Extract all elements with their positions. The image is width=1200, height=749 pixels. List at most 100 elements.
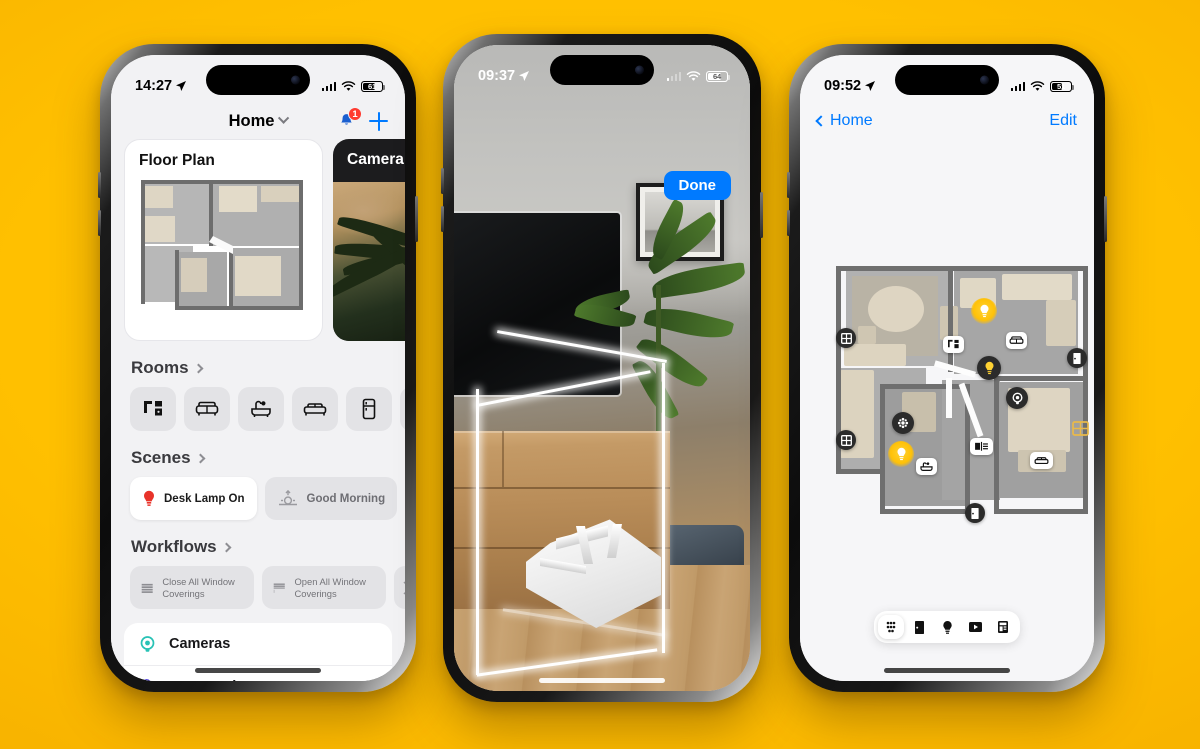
battery-indicator: 51: [1050, 80, 1074, 92]
room-tile-bedroom[interactable]: [292, 387, 338, 431]
workflow-label: Close All Window Coverings: [162, 575, 235, 599]
lightbulb-icon: [942, 620, 952, 634]
add-button[interactable]: [369, 111, 388, 131]
scene-chip-good-morning[interactable]: Good Morning: [264, 477, 398, 520]
window-grid-icon: [840, 332, 852, 344]
lightbulb-icon: [897, 447, 905, 461]
scene-label: Good Morning: [306, 492, 386, 505]
marker-window-sensor-left-top[interactable]: [836, 328, 856, 348]
bed-icon: [303, 403, 327, 416]
workflow-chip-close-all-window-coverings[interactable]: Close All Window Coverings: [130, 566, 254, 609]
edit-button[interactable]: Edit: [1049, 112, 1077, 130]
marker-room-living[interactable]: [1006, 332, 1027, 349]
volume-down-button[interactable]: [98, 210, 101, 236]
workflows-row[interactable]: Close All Window Coverings Open All Wind…: [111, 566, 405, 609]
kitchen-counter-icon: [948, 339, 959, 349]
workflow-chip-open-all-window-coverings[interactable]: Open All Window Coverings: [262, 566, 386, 609]
marker-door-bottom[interactable]: [965, 503, 985, 523]
section-header-rooms[interactable]: Rooms: [111, 341, 405, 387]
marker-room-kitchen[interactable]: [943, 336, 964, 353]
volume-up-button[interactable]: [787, 172, 790, 198]
marker-room-office[interactable]: [970, 438, 993, 455]
power-button[interactable]: [1104, 196, 1107, 242]
scene-chip-desk-lamp-on[interactable]: Desk Lamp On: [130, 477, 257, 520]
floor-plan-card-title: Floor Plan: [139, 152, 215, 169]
blinds-closed-icon: [141, 583, 153, 593]
fan-icon: [897, 417, 909, 429]
phone-home-app: 14:27 61 Home 1 Floor Plan Camera Rooms …: [98, 44, 418, 692]
status-indicators: 64: [666, 70, 730, 82]
marker-window-sensor-left-bottom[interactable]: [836, 430, 856, 450]
toolbar-media[interactable]: [962, 615, 988, 639]
section-title-scenes: Scenes: [131, 448, 191, 467]
home-nav-bar: Home 1: [111, 103, 405, 139]
marker-room-bedroom[interactable]: [1030, 452, 1053, 469]
scenes-row[interactable]: Desk Lamp On Good Morning: [111, 477, 405, 520]
marker-door-right[interactable]: [1067, 348, 1087, 368]
room-tile-bathroom[interactable]: [238, 387, 284, 431]
marker-light-off-hallway[interactable]: [977, 356, 1001, 380]
toolbar-doors[interactable]: [906, 615, 932, 639]
section-title-rooms: Rooms: [131, 358, 189, 377]
room-tile-entry[interactable]: [400, 387, 405, 431]
volume-up-button[interactable]: [441, 168, 444, 194]
notifications-button[interactable]: 1: [338, 107, 362, 131]
status-time: 14:27: [135, 78, 173, 94]
marker-fan-bathroom[interactable]: [892, 412, 914, 434]
toolbar-lights[interactable]: [934, 615, 960, 639]
section-header-workflows[interactable]: Workflows: [111, 520, 405, 566]
volume-down-button[interactable]: [787, 210, 790, 236]
kitchen-counter-icon: [144, 401, 162, 416]
video-icon: [968, 622, 982, 632]
floor-plan-card[interactable]: Floor Plan: [124, 139, 323, 341]
window-grid-icon: [840, 434, 852, 446]
toolbar-all-accessories[interactable]: [878, 615, 904, 639]
page-title: Home: [228, 111, 275, 130]
phone3-screen: 09:52 51 Home Edit: [800, 55, 1094, 681]
home-indicator[interactable]: [884, 668, 1010, 673]
dynamic-island: [550, 55, 654, 85]
volume-up-button[interactable]: [98, 172, 101, 198]
ar-floorplan-model[interactable]: [526, 510, 661, 628]
done-button[interactable]: Done: [663, 171, 731, 200]
home-title-button[interactable]: Home: [228, 111, 290, 131]
list-item-label: Cameras: [169, 636, 231, 652]
sofa-icon: [195, 401, 219, 416]
room-tile-living[interactable]: [184, 387, 230, 431]
lightbulb-icon: [985, 361, 993, 375]
status-time-group: 09:37: [478, 68, 530, 84]
section-header-scenes[interactable]: Scenes: [111, 431, 405, 477]
chevron-right-icon: [195, 453, 205, 463]
home-indicator[interactable]: [539, 678, 665, 683]
dots-grid-icon: [886, 621, 896, 633]
home-scroll-area[interactable]: Floor Plan Camera Rooms Scenes Desk Lamp…: [111, 139, 405, 681]
phone-floorplan-view: 09:52 51 Home Edit: [787, 44, 1107, 692]
status-time: 09:52: [824, 78, 862, 94]
rooms-row[interactable]: [111, 387, 405, 431]
room-tile-kitchen[interactable]: [130, 387, 176, 431]
marker-window-yellow-right[interactable]: [1072, 421, 1089, 436]
marker-light-on-hallway[interactable]: [971, 298, 997, 324]
toolbar-panels[interactable]: [990, 615, 1016, 639]
volume-down-button[interactable]: [441, 206, 444, 232]
marker-light-on-bathroom[interactable]: [888, 441, 914, 467]
battery-indicator: 61: [361, 80, 385, 92]
workflow-chip-next[interactable]: [394, 566, 405, 609]
cellular-bars-icon: [666, 71, 681, 81]
back-button[interactable]: Home: [815, 112, 873, 130]
power-button[interactable]: [760, 192, 763, 238]
back-label: Home: [830, 112, 873, 129]
marker-camera-hall[interactable]: [1006, 387, 1028, 409]
window-yellow-icon: [1072, 421, 1089, 436]
floorplan-canvas[interactable]: [822, 260, 1094, 523]
room-tile-kitchen-fridge[interactable]: [346, 387, 392, 431]
marker-room-bathroom[interactable]: [916, 458, 937, 475]
status-time: 09:37: [478, 68, 516, 84]
floorplan-filter-toolbar[interactable]: [874, 611, 1020, 643]
camera-teal-icon: [140, 635, 155, 652]
home-indicator[interactable]: [195, 668, 321, 673]
list-item-cameras[interactable]: Cameras: [124, 623, 392, 665]
power-button[interactable]: [415, 196, 418, 242]
camera-card[interactable]: Camera: [333, 139, 405, 341]
dynamic-island: [206, 65, 310, 95]
